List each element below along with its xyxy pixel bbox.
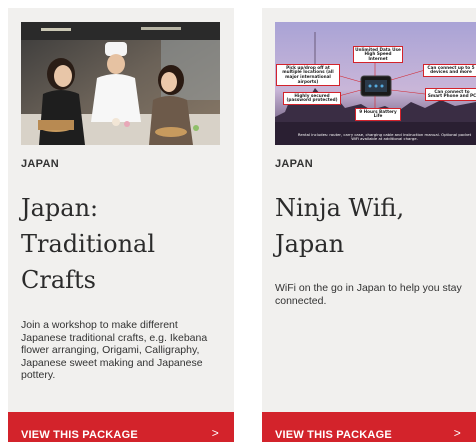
callout-connect: Can connect up to 5 devices and more <box>423 64 476 77</box>
package-category: JAPAN <box>275 158 313 170</box>
workshop-photo <box>21 22 220 145</box>
package-card-ninja-wifi[interactable]: Unlimited Data Use High Speed Internet P… <box>262 8 476 442</box>
package-title[interactable]: Ninja Wifi, Japan <box>275 190 475 262</box>
callout-data: Unlimited Data Use High Speed Internet <box>353 46 403 64</box>
package-title[interactable]: Japan: Traditional Crafts <box>21 190 221 298</box>
callout-secured: Highly secured (password protected) <box>283 92 341 105</box>
package-card-traditional-crafts[interactable]: JAPAN Japan: Traditional Crafts Join a w… <box>8 8 234 442</box>
view-package-label: VIEW THIS PACKAGE <box>21 429 138 441</box>
view-package-label: VIEW THIS PACKAGE <box>275 429 392 441</box>
callout-pickup: Pick up/drop off at multiple locations (… <box>276 64 340 87</box>
package-description: WiFi on the go in Japan to help you stay… <box>275 282 462 307</box>
package-description: Join a workshop to make different Japane… <box>21 319 208 382</box>
callout-battery: 9 Hours Battery Life <box>355 108 401 121</box>
callout-smartphone: Can connect to Smart Phone and PC <box>425 88 476 101</box>
package-image[interactable]: Unlimited Data Use High Speed Internet P… <box>275 22 476 145</box>
package-category: JAPAN <box>21 158 59 170</box>
package-image[interactable] <box>21 22 220 145</box>
rental-note: Rental includes: router, carry case, cha… <box>297 131 472 141</box>
